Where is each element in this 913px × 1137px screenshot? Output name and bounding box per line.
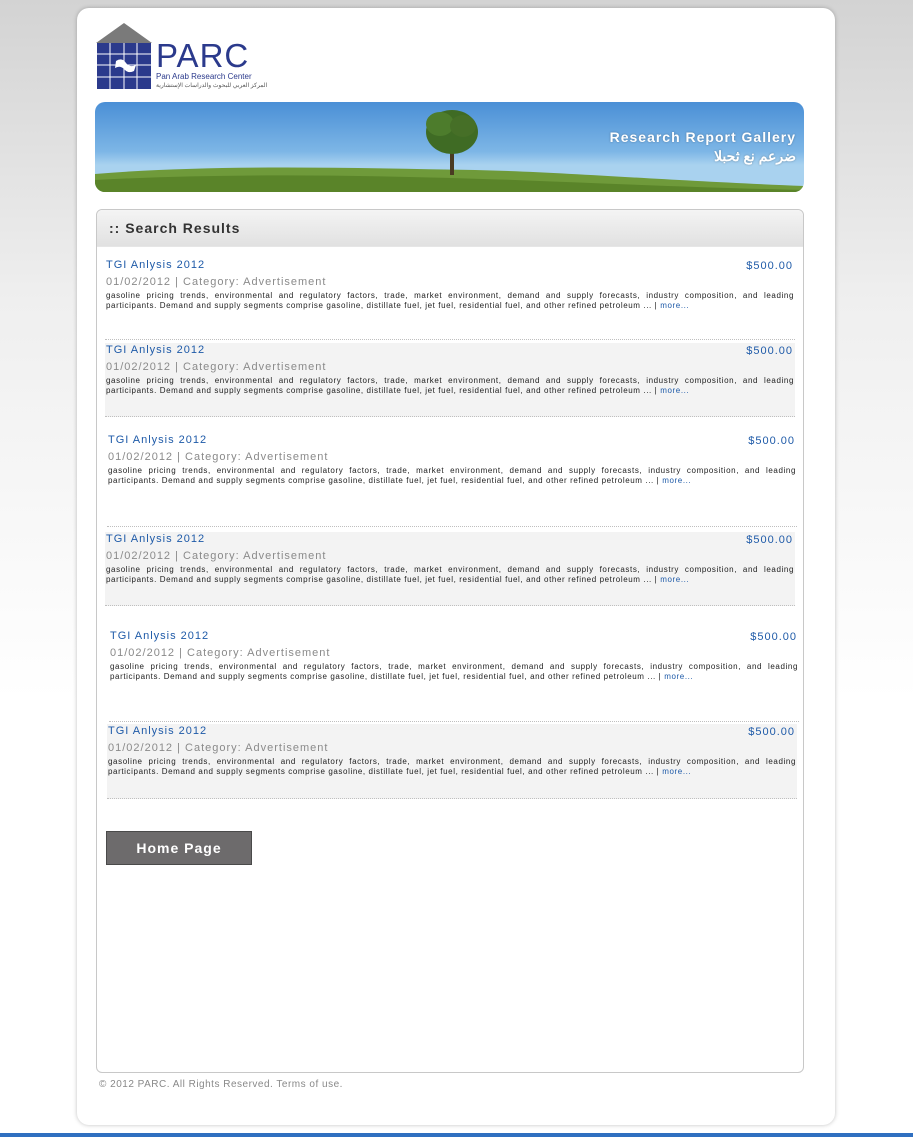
banner-title-arabic: ضرعم نع ثحبلا <box>714 148 796 164</box>
result-title-link[interactable]: TGI Anlysis 2012 <box>106 533 205 545</box>
more-link[interactable]: more... <box>664 672 693 681</box>
banner-landscape-image <box>95 110 804 192</box>
result-title-link[interactable]: TGI Anlysis 2012 <box>108 434 207 446</box>
result-description-text: gasoline pricing trends, environmental a… <box>108 466 796 485</box>
result-meta: 01/02/2012 | Category: Advertisement <box>106 550 327 562</box>
logo-house-icon <box>96 23 152 89</box>
result-price: $500.00 <box>750 631 797 643</box>
result-title-link[interactable]: TGI Anlysis 2012 <box>108 725 207 737</box>
result-title-link[interactable]: TGI Anlysis 2012 <box>106 344 205 356</box>
footer-copyright: © 2012 PARC. All Rights Reserved. Terms … <box>99 1079 343 1090</box>
search-results-panel: :: Search Results TGI Anlysis 2012 $500.… <box>96 209 804 1073</box>
more-link[interactable]: more... <box>660 386 689 395</box>
result-item: TGI Anlysis 2012 $500.00 01/02/2012 | Ca… <box>105 343 795 417</box>
result-title-link[interactable]: TGI Anlysis 2012 <box>110 630 209 642</box>
banner-title: Research Report Gallery <box>609 129 796 145</box>
result-description: gasoline pricing trends, environmental a… <box>106 291 794 311</box>
result-item: TGI Anlysis 2012 $500.00 01/02/2012 | Ca… <box>105 258 795 340</box>
result-item: TGI Anlysis 2012 $500.00 01/02/2012 | Ca… <box>109 629 799 722</box>
panel-header: :: Search Results <box>97 210 803 247</box>
result-description-text: gasoline pricing trends, environmental a… <box>108 757 796 776</box>
result-description-text: gasoline pricing trends, environmental a… <box>110 662 798 681</box>
result-price: $500.00 <box>746 260 793 272</box>
panel-title: :: Search Results <box>109 220 241 236</box>
result-price: $500.00 <box>748 435 795 447</box>
logo-subtitle-arabic: المركز العربي للبحوث والدراسات الإستشاري… <box>156 83 268 89</box>
more-link[interactable]: more... <box>660 575 689 584</box>
home-page-button[interactable]: Home Page <box>106 831 252 865</box>
result-description: gasoline pricing trends, environmental a… <box>108 466 796 486</box>
result-description: gasoline pricing trends, environmental a… <box>108 757 796 777</box>
bottom-bar <box>0 1133 913 1137</box>
logo-wordmark: PARC <box>156 37 250 74</box>
result-item: TGI Anlysis 2012 $500.00 01/02/2012 | Ca… <box>107 724 797 799</box>
result-price: $500.00 <box>746 345 793 357</box>
result-description: gasoline pricing trends, environmental a… <box>106 565 794 585</box>
result-meta: 01/02/2012 | Category: Advertisement <box>110 647 331 659</box>
result-meta: 01/02/2012 | Category: Advertisement <box>106 361 327 373</box>
more-link[interactable]: more... <box>662 476 691 485</box>
result-item: TGI Anlysis 2012 $500.00 01/02/2012 | Ca… <box>107 433 797 527</box>
result-price: $500.00 <box>748 726 795 738</box>
result-meta: 01/02/2012 | Category: Advertisement <box>108 742 329 754</box>
result-price: $500.00 <box>746 534 793 546</box>
parc-logo[interactable]: PARC Pan Arab Research Center المركز الع… <box>96 21 267 93</box>
result-description-text: gasoline pricing trends, environmental a… <box>106 291 794 310</box>
result-title-link[interactable]: TGI Anlysis 2012 <box>106 259 205 271</box>
more-link[interactable]: more... <box>660 301 689 310</box>
result-item: TGI Anlysis 2012 $500.00 01/02/2012 | Ca… <box>105 532 795 606</box>
result-meta: 01/02/2012 | Category: Advertisement <box>108 451 329 463</box>
logo-subtitle: Pan Arab Research Center <box>156 72 252 81</box>
result-description: gasoline pricing trends, environmental a… <box>106 376 794 396</box>
result-description-text: gasoline pricing trends, environmental a… <box>106 376 794 395</box>
page-container: PARC Pan Arab Research Center المركز الع… <box>77 8 835 1125</box>
result-meta: 01/02/2012 | Category: Advertisement <box>106 276 327 288</box>
more-link[interactable]: more... <box>662 767 691 776</box>
result-description-text: gasoline pricing trends, environmental a… <box>106 565 794 584</box>
result-description: gasoline pricing trends, environmental a… <box>110 662 798 682</box>
header-banner: Research Report Gallery ضرعم نع ثحبلا <box>95 102 804 192</box>
